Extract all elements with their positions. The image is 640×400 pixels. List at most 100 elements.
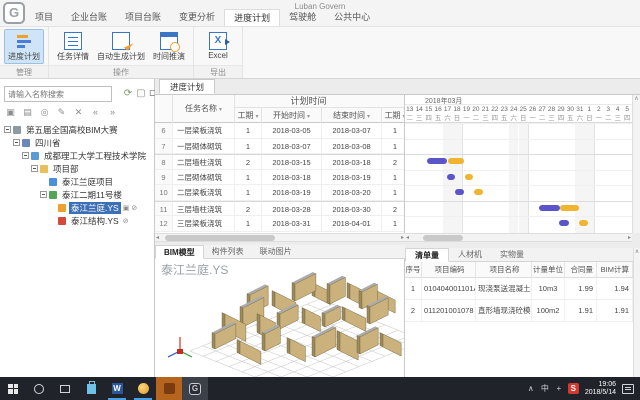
qty-cell: 1.91: [597, 300, 633, 321]
bim-tab-3[interactable]: 联动图片: [252, 245, 300, 259]
qty-col-header[interactable]: 合同量: [565, 262, 597, 277]
gantt-bar-plan[interactable]: [455, 189, 464, 195]
table-horizontal-scrollbar[interactable]: ◂▸: [155, 233, 405, 242]
excel-button[interactable]: Excel: [198, 29, 238, 62]
qty-tab-1[interactable]: 清单量: [405, 248, 449, 262]
col-task-name[interactable]: 任务名称: [185, 104, 217, 113]
tree-item[interactable]: 第五届全国高校BIM大赛: [0, 123, 154, 136]
gantt-bar-plan[interactable]: [427, 158, 447, 164]
cortana-button[interactable]: [26, 377, 52, 400]
ribbon-tab-4[interactable]: 变更分析: [170, 9, 224, 26]
gold-app-button[interactable]: [130, 377, 156, 400]
delete-icon[interactable]: ✕: [73, 107, 84, 118]
tree-item[interactable]: 泰江兰庭项目: [0, 175, 154, 188]
gantt-horizontal-scrollbar[interactable]: ◂▸: [405, 233, 632, 242]
tree-item[interactable]: 泰江二期11号楼: [0, 188, 154, 201]
ribbon-group: 任务详情自动生成计划时间推演操作: [49, 27, 194, 78]
schedule-section: 任务名称 计划时间 工期 开始时间 结束时间 实际时间 工期 开始时: [155, 95, 640, 233]
calendar-clock-button[interactable]: 时间推演: [149, 29, 189, 64]
gold-app-icon: [138, 383, 149, 394]
ribbon-tab-1[interactable]: 项目: [26, 9, 62, 26]
more-icon[interactable]: »: [107, 107, 118, 118]
tree-item[interactable]: 成都理工大学工程技术学院: [0, 149, 154, 162]
tree-expander-icon[interactable]: [40, 191, 47, 198]
edit-icon[interactable]: ✎: [56, 107, 67, 118]
gantt-bars-button[interactable]: 进度计划: [4, 29, 44, 64]
filter-icon[interactable]: «: [90, 107, 101, 118]
ribbon-tab-7[interactable]: 公共中心: [325, 9, 379, 26]
qty-table-row[interactable]: 2011201001078直形墙现浇砼模板..100m21.911.91: [405, 300, 633, 322]
ime-icon[interactable]: 中: [538, 383, 552, 394]
luban-govern-button[interactable]: G: [182, 377, 208, 400]
search-input[interactable]: [4, 86, 112, 102]
ribbon-tab-2[interactable]: 企业台账: [62, 9, 116, 26]
qty-col-header[interactable]: 序号: [405, 262, 422, 277]
tree-expander-icon[interactable]: [13, 139, 20, 146]
gantt-bar-actual[interactable]: [465, 174, 474, 180]
gantt-vertical-scrollbar[interactable]: ∧: [632, 95, 640, 233]
collapse-all-icon[interactable]: ▤: [22, 107, 33, 118]
gantt-weekday-label: 三: [481, 114, 490, 122]
qty-col-header[interactable]: 项目编码: [422, 262, 476, 277]
gantt-bar-plan[interactable]: [539, 205, 560, 211]
qty-col-header[interactable]: 项目名称: [476, 262, 532, 277]
tree-expander-icon[interactable]: [4, 126, 11, 133]
table-row[interactable]: 7一层砌体砌筑12018-03-072018-03-0812018-03-09: [155, 139, 404, 155]
bim-tab-2[interactable]: 构件列表: [204, 245, 252, 259]
gantt-bar-actual[interactable]: [474, 189, 483, 195]
table-cell: 1: [235, 216, 262, 231]
gantt-bar-plan[interactable]: [559, 220, 568, 226]
refresh-icon[interactable]: ⟳: [122, 88, 134, 100]
gantt-bar-actual[interactable]: [448, 158, 464, 164]
doc-edit-button[interactable]: 自动生成计划: [93, 29, 149, 64]
table-row[interactable]: 10二层梁板浇筑12018-03-192018-03-2012018-03-21: [155, 185, 404, 201]
tree-item[interactable]: 项目部: [0, 162, 154, 175]
sogou-input-icon[interactable]: S: [568, 383, 579, 394]
qty-tab-3[interactable]: 实物量: [491, 248, 533, 262]
table-cell: 1: [382, 170, 405, 185]
table-row[interactable]: 12三层梁板浇筑12018-03-312018-04-0112018-04-01: [155, 216, 404, 232]
ribbon-tab-3[interactable]: 项目台账: [116, 9, 170, 26]
word-button[interactable]: W: [104, 377, 130, 400]
table-cell: 一层砌体砌筑: [173, 139, 235, 154]
table-row[interactable]: 6一层梁板浇筑12018-03-052018-03-0712018-03-08: [155, 123, 404, 139]
tray-expand-icon[interactable]: ∧: [524, 384, 538, 393]
tab-progress-plan[interactable]: 进度计划: [159, 79, 215, 94]
gantt-bar-actual[interactable]: [560, 205, 579, 211]
tree-item[interactable]: 泰江结构.YS⊘: [0, 214, 154, 227]
tree-item[interactable]: 泰江兰庭.YS▣⊘: [0, 201, 154, 214]
store-button[interactable]: [78, 377, 104, 400]
task-view-button[interactable]: [52, 377, 78, 400]
tree-item[interactable]: 四川省: [0, 136, 154, 149]
start-button[interactable]: [0, 377, 26, 400]
luban-app-button[interactable]: [156, 377, 182, 400]
tree-item-label: 泰江兰庭.YS: [69, 202, 121, 214]
table-row[interactable]: 9二层砌体砌筑12018-03-182018-03-1912018-03-20: [155, 170, 404, 186]
locate-icon[interactable]: ◎: [39, 107, 50, 118]
tray-plus-icon[interactable]: +: [552, 384, 566, 393]
gantt-row-line: [405, 201, 632, 202]
qty-col-header[interactable]: 计量单位: [532, 262, 565, 277]
bim-tab-1[interactable]: BIM模型: [155, 245, 204, 259]
qty-cell: 10m3: [532, 278, 565, 299]
ribbon-tab-6[interactable]: 驾驶舱: [280, 9, 325, 26]
gantt-bar-actual[interactable]: [579, 220, 588, 226]
qty-vertical-scrollbar[interactable]: ∧: [633, 248, 640, 377]
window-icon[interactable]: ▢: [135, 88, 147, 100]
bim-viewport[interactable]: 泰江兰庭.YS: [155, 259, 405, 377]
ribbon-tab-bar: 项目企业台账项目台账变更分析进度计划驾驶舱公共中心: [26, 9, 379, 26]
task-list-button[interactable]: 任务详情: [53, 29, 93, 64]
expand-all-icon[interactable]: ▣: [5, 107, 16, 118]
table-row[interactable]: 8二层墙柱浇筑22018-03-152018-03-1822018-03-18: [155, 154, 404, 170]
gantt-bar-plan[interactable]: [447, 174, 456, 180]
qty-tab-2[interactable]: 人材机: [449, 248, 491, 262]
table-row[interactable]: 11三层墙柱浇筑22018-03-282018-03-3022018-03-30: [155, 201, 404, 217]
tree-expander-icon[interactable]: [31, 165, 38, 172]
qty-table-row[interactable]: 1010404001101A现浇泵送混凝土墙..10m31.991.94: [405, 278, 633, 300]
taskbar-clock[interactable]: 19:06 2018/5/14: [585, 381, 616, 397]
qty-col-header[interactable]: BIM计算量: [597, 262, 633, 277]
tree-expander-icon[interactable]: [22, 152, 29, 159]
action-center-icon[interactable]: [622, 384, 634, 394]
ribbon-tab-5[interactable]: 进度计划: [224, 9, 280, 26]
gantt-row-line: [405, 185, 632, 186]
